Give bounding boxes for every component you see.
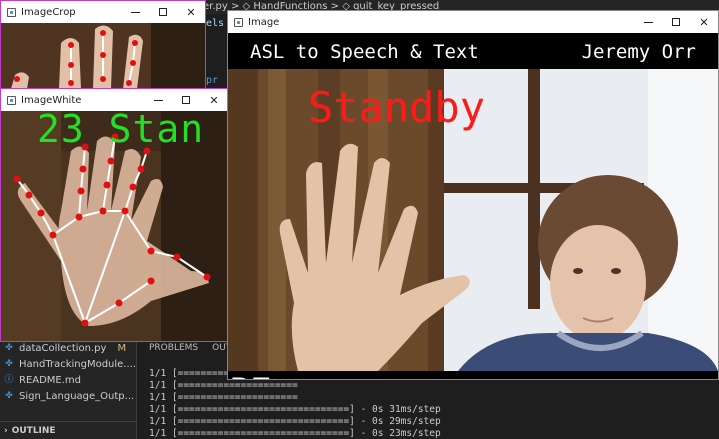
code-fragment: els (206, 18, 225, 29)
crop-image-view (1, 23, 205, 89)
python-file-icon: ✤ (5, 343, 13, 353)
window-titlebar[interactable]: Image ✕ (228, 11, 718, 33)
info-file-icon: ⓘ (4, 375, 14, 385)
file-name: dataCollection.py (19, 342, 107, 354)
opencv-app-icon (7, 7, 16, 17)
terminal-line: 1/1 [==============================] - 0… (149, 428, 441, 439)
prediction-label: 23 Stan (37, 111, 205, 151)
close-button[interactable]: ✕ (200, 89, 228, 111)
python-file-icon: ✤ (5, 391, 13, 401)
terminal-line: 1/1 [==============================] - 0… (149, 404, 441, 415)
file-item-datacollection[interactable]: ✤ dataCollection.py M (4, 340, 126, 356)
file-name: Sign_Language_Outp... (19, 390, 135, 402)
cropped-hand-image (1, 23, 205, 89)
file-item-readme[interactable]: ⓘ README.md (4, 372, 81, 388)
file-name: README.md (19, 374, 82, 386)
white-image-view: 23 Stan (1, 111, 228, 341)
close-button[interactable]: ✕ (690, 11, 718, 33)
opencv-app-icon (7, 95, 16, 105)
terminal-line: 1/1 [===================== (149, 380, 298, 391)
file-item-handtracking[interactable]: ✤ HandTrackingModule.... (4, 356, 136, 372)
modified-badge: M (117, 342, 127, 354)
python-file-icon: ✤ (5, 359, 13, 369)
maximize-button[interactable] (662, 11, 690, 33)
file-name: HandTrackingModule.... (19, 358, 137, 370)
minimize-button[interactable] (144, 89, 172, 111)
camera-view: ASL to Speech & Text Jeremy Orr Standby … (228, 33, 718, 379)
status-overlay: Standby (308, 83, 486, 132)
image-window[interactable]: Image ✕ ASL to Speech & Text Jeremy Orr … (227, 10, 719, 380)
window-titlebar[interactable]: ImageCrop ✕ (1, 1, 205, 23)
close-button[interactable]: ✕ (177, 1, 205, 23)
minimize-button[interactable] (121, 1, 149, 23)
outline-section-header[interactable]: › OUTLINE (0, 421, 136, 439)
panel-tabs: PROBLEMS OUT (149, 343, 231, 353)
recognized-text-overlay: BE (230, 372, 272, 379)
window-titlebar[interactable]: ImageWhite ✕ (1, 89, 228, 111)
window-title: ImageWhite (21, 94, 82, 106)
terminal-line: 1/1 [==============================] - 0… (149, 416, 441, 427)
file-item-sign-language-output[interactable]: ✤ Sign_Language_Outp... (4, 388, 134, 404)
window-title: Image (248, 16, 280, 28)
author-name-overlay: Jeremy Orr (581, 41, 696, 63)
minimize-button[interactable] (634, 11, 662, 33)
terminal-line: 1/1 [===================== (149, 392, 298, 403)
outline-label: OUTLINE (11, 425, 56, 436)
app-title-overlay: ASL to Speech & Text (250, 41, 479, 63)
code-fragment: pr (206, 75, 219, 86)
maximize-button[interactable] (172, 89, 200, 111)
imagecrop-window[interactable]: ImageCrop ✕ (0, 0, 206, 90)
maximize-button[interactable] (149, 1, 177, 23)
imagewhite-window[interactable]: ImageWhite ✕ 23 Stan (0, 88, 229, 342)
opencv-app-icon (234, 17, 243, 27)
window-title: ImageCrop (21, 6, 76, 18)
tab-problems[interactable]: PROBLEMS (149, 343, 198, 353)
chevron-right-icon: › (4, 425, 8, 436)
